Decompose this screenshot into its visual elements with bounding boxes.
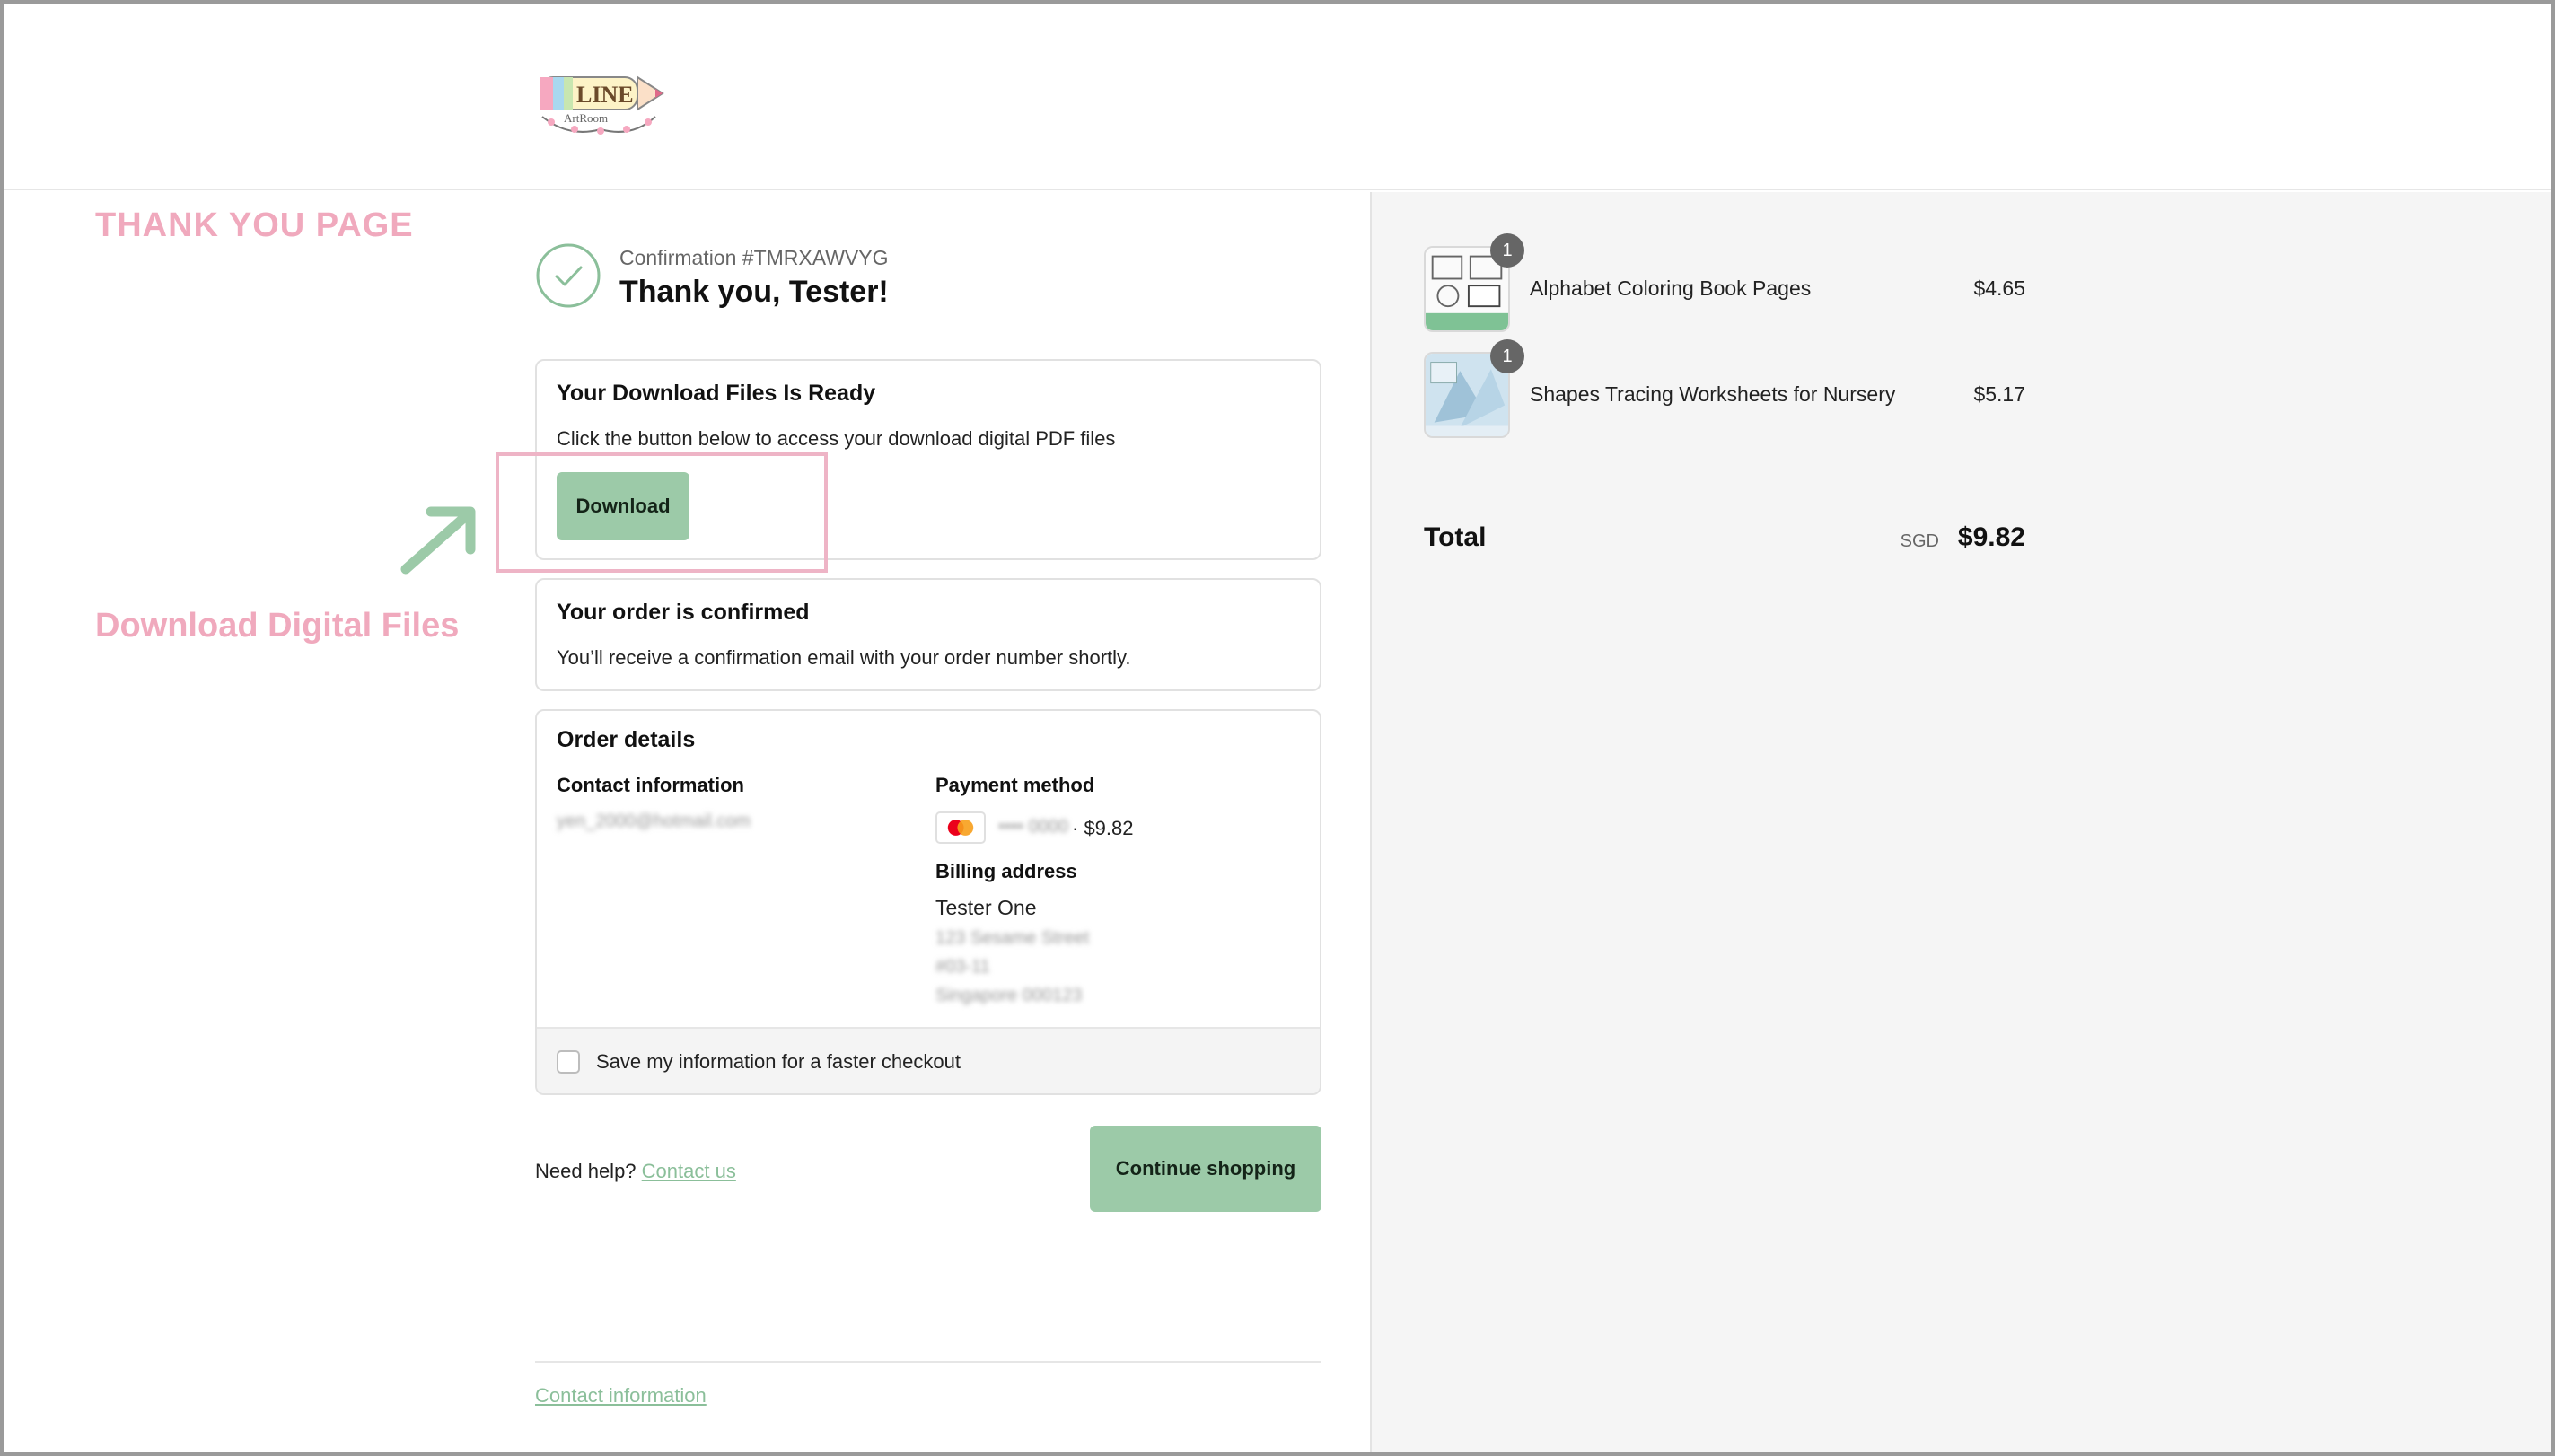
summary-line-item: 1 Shapes Tracing Worksheets for Nursery …	[1424, 339, 2025, 442]
quantity-badge: 1	[1490, 233, 1524, 268]
confirmation-number: Confirmation #TMRXAWVYG	[619, 246, 889, 269]
mastercard-icon	[935, 811, 986, 844]
product-name: Shapes Tracing Worksheets for Nursery	[1530, 382, 1896, 406]
need-help-prefix: Need help?	[535, 1160, 637, 1182]
checkmark-circle-icon	[536, 243, 601, 308]
contact-information-label: Contact information	[557, 774, 744, 796]
save-info-bar: Save my information for a faster checkou…	[537, 1027, 1320, 1093]
total-value: $9.82	[1957, 522, 2025, 552]
annotation-title: THANK YOU PAGE	[95, 206, 414, 244]
total-currency: SGD	[1900, 531, 1939, 551]
footer-contact-information-link[interactable]: Contact information	[535, 1384, 707, 1408]
order-details-card: Order details Contact information yen_20…	[535, 709, 1321, 1095]
annotation-arrow-icon	[400, 506, 476, 575]
annotation-highlight-box	[496, 452, 828, 573]
billing-address-line: 123 Sesame Street	[935, 928, 1090, 948]
card-number-masked: •••• 0000	[998, 817, 1069, 837]
page-frame: LINE ArtRoom THANK YOU PAGE Download Dig…	[0, 0, 2555, 1456]
payment-method-row: •••• 0000 · $9.82	[935, 810, 1295, 846]
contact-us-link[interactable]: Contact us	[642, 1160, 736, 1182]
product-name: Alphabet Coloring Book Pages	[1530, 276, 1812, 300]
product-price: $5.17	[1973, 382, 2025, 406]
billing-address-label: Billing address	[935, 860, 1077, 882]
order-confirmed-card: Your order is confirmed You’ll receive a…	[535, 578, 1321, 691]
footer-divider	[535, 1361, 1321, 1363]
thank-you-heading: Thank you, Tester!	[619, 275, 889, 309]
svg-text:ArtRoom: ArtRoom	[564, 111, 608, 125]
need-help-text: Need help? Contact us	[535, 1160, 736, 1183]
continue-shopping-button[interactable]: Continue shopping	[1090, 1126, 1321, 1212]
total-row: Total SGD $9.82	[1424, 522, 2025, 558]
download-card-text: Click the button below to access your do…	[557, 427, 1116, 450]
billing-address-line: #03-11	[935, 957, 990, 977]
payment-method-label: Payment method	[935, 774, 1095, 796]
annotation-download-label: Download Digital Files	[95, 607, 460, 645]
order-confirmed-text: You’ll receive a confirmation email with…	[557, 646, 1131, 669]
help-row: Need help? Contact us Continue shopping	[535, 1126, 1321, 1214]
download-card-title: Your Download Files Is Ready	[557, 381, 876, 406]
total-label: Total	[1424, 522, 1487, 552]
order-confirmed-title: Your order is confirmed	[557, 600, 810, 625]
order-summary: 1 Alphabet Coloring Book Pages $4.65 1 S…	[1370, 192, 2551, 1452]
billing-name: Tester One	[935, 896, 1037, 919]
summary-line-item: 1 Alphabet Coloring Book Pages $4.65	[1424, 233, 2025, 336]
order-details-title: Order details	[557, 727, 696, 752]
svg-text:LINE: LINE	[576, 82, 634, 108]
payment-amount: · $9.82	[1072, 817, 1134, 839]
confirmation-header: Confirmation #TMRXAWVYG Thank you, Teste…	[535, 242, 1321, 314]
store-logo[interactable]: LINE ArtRoom	[533, 63, 668, 138]
quantity-badge: 1	[1490, 339, 1524, 373]
save-info-checkbox[interactable]	[557, 1050, 580, 1074]
billing-address-line: Singapore 000123	[935, 986, 1083, 1005]
contact-email: yen_2000@hotmail.com	[557, 811, 751, 831]
product-price: $4.65	[1973, 276, 2025, 300]
header: LINE ArtRoom	[4, 4, 2551, 190]
save-info-label[interactable]: Save my information for a faster checkou…	[596, 1050, 961, 1074]
